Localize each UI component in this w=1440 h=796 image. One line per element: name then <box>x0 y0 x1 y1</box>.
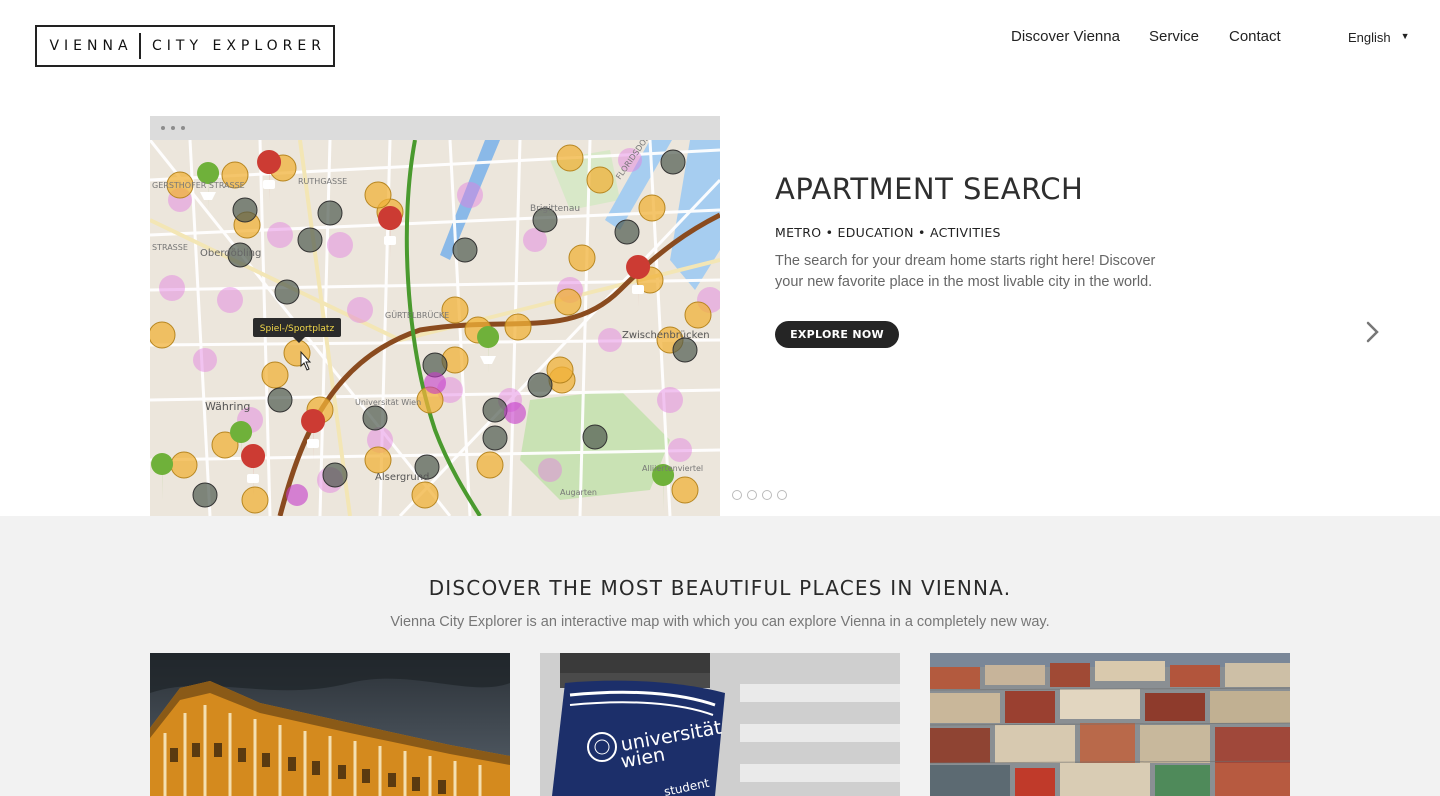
browser-dot <box>181 126 185 130</box>
section-title: DISCOVER THE MOST BEAUTIFUL PLACES IN VI… <box>428 576 1012 600</box>
language-selected: English <box>1348 30 1391 45</box>
vienna-map[interactable]: GERSTHOFER STRASSE RUTHGASSE Oberdöbling… <box>150 140 720 516</box>
slide-dot-4[interactable] <box>777 490 787 500</box>
nav-link-contact[interactable]: Contact <box>1229 28 1281 45</box>
browser-dot <box>161 126 165 130</box>
svg-text:STRASSE: STRASSE <box>152 243 188 252</box>
svg-text:Augarten: Augarten <box>560 488 597 497</box>
svg-text:Zwischenbrücken: Zwischenbrücken <box>622 330 710 341</box>
hero-subtitle: METRO • EDUCATION • ACTIVITIES <box>775 225 1001 240</box>
caret-down-icon: ▼ <box>1400 31 1410 41</box>
hero-description: The search for your dream home starts ri… <box>775 253 1156 290</box>
svg-text:Währing: Währing <box>205 400 250 413</box>
nav-service[interactable]: Service <box>1149 28 1199 48</box>
svg-text:GERSTHOFER STRASSE: GERSTHOFER STRASSE <box>152 181 245 190</box>
browser-dot <box>171 126 175 130</box>
slide-dot-1[interactable] <box>732 490 742 500</box>
nav-contact[interactable]: Contact <box>1229 28 1281 48</box>
slide-dot-3[interactable] <box>762 490 772 500</box>
vienna-rooftops-photo <box>930 653 1290 796</box>
hero-title: APARTMENT SEARCH <box>775 172 1084 206</box>
card-universitat[interactable]: universität wien student <box>540 653 900 796</box>
svg-text:GÜRTELBRÜCKE: GÜRTELBRÜCKE <box>385 310 449 320</box>
svg-text:Alliiertenviertel: Alliiertenviertel <box>642 464 703 473</box>
svg-text:Brigittenau: Brigittenau <box>530 204 580 214</box>
svg-text:Oberdöbling: Oberdöbling <box>200 248 261 259</box>
hero-map-frame: GERSTHOFER STRASSE RUTHGASSE Oberdöbling… <box>150 116 720 516</box>
svg-text:Alsergrund: Alsergrund <box>375 472 429 483</box>
nav-discover-vienna[interactable]: Discover Vienna <box>1011 28 1120 48</box>
universitat-bag-photo: universität wien student <box>540 653 900 796</box>
section-description: Vienna City Explorer is an interactive m… <box>390 614 1050 630</box>
site-logo[interactable]: VIENNA CITY EXPLORER <box>35 25 335 67</box>
svg-text:Universität Wien: Universität Wien <box>355 398 421 407</box>
slider-pagination <box>732 490 787 500</box>
svg-text:RUTHGASSE: RUTHGASSE <box>298 177 347 186</box>
browser-bar <box>150 116 720 140</box>
schonbrunn-photo <box>150 653 510 796</box>
slide-dot-2[interactable] <box>747 490 757 500</box>
nav-link-service[interactable]: Service <box>1149 28 1199 45</box>
svg-text:Spiel-/Sportplatz: Spiel-/Sportplatz <box>260 324 335 334</box>
chevron-right-icon[interactable] <box>1362 318 1384 346</box>
logo-text-vienna: VIENNA <box>49 38 133 54</box>
nav-link-discover-vienna[interactable]: Discover Vienna <box>1011 28 1120 45</box>
discover-section: DISCOVER THE MOST BEAUTIFUL PLACES IN VI… <box>0 516 1440 796</box>
logo-text-city-explorer: CITY EXPLORER <box>152 38 326 54</box>
card-schonbrunn[interactable] <box>150 653 510 796</box>
explore-now-button[interactable]: EXPLORE NOW <box>775 321 899 348</box>
card-rooftops[interactable] <box>930 653 1290 796</box>
language-select[interactable]: English ▼ <box>1348 30 1410 45</box>
